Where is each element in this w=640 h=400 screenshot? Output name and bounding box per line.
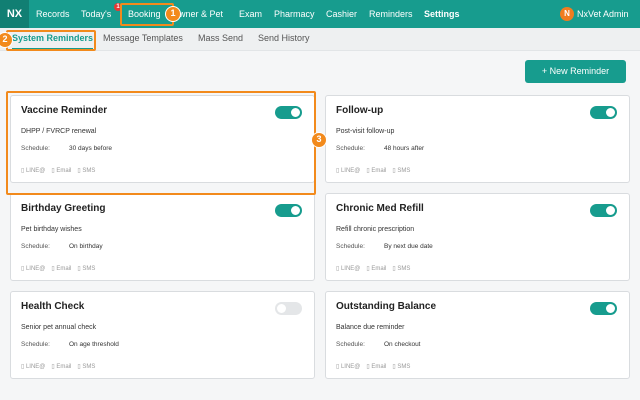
toggle-knob: [276, 303, 287, 314]
reminder-card-birthday[interactable]: Birthday Greeting Pet birthday wishes Sc…: [10, 193, 315, 281]
schedule-value: 48 hours after: [384, 145, 425, 152]
card-description: Pet birthday wishes: [21, 226, 82, 233]
channel-list: ▯ LINE@ ▯ Email ▯ SMS: [21, 265, 101, 272]
new-reminder-button[interactable]: + New Reminder: [525, 60, 626, 83]
channel-email: ▯ Email: [366, 364, 387, 370]
toggle-knob: [605, 107, 616, 118]
schedule-label: Schedule:: [21, 243, 50, 250]
schedule-label: Schedule:: [21, 145, 50, 152]
card-description: Balance due reminder: [336, 324, 405, 331]
channel-line: ▯ LINE@: [21, 266, 46, 272]
nav-settings[interactable]: Settings: [424, 0, 460, 28]
enable-toggle[interactable]: [590, 106, 617, 119]
channel-email: ▯ Email: [366, 266, 387, 272]
channel-list: ▯ LINE@ ▯ Email ▯ SMS: [336, 167, 416, 174]
reminder-card-health-check[interactable]: Health Check Senior pet annual check Sch…: [10, 291, 315, 379]
channel-sms: ▯ SMS: [77, 266, 96, 272]
tab-system-reminders[interactable]: System Reminders: [12, 28, 94, 50]
toggle-knob: [605, 303, 616, 314]
nav-booking[interactable]: Booking: [128, 0, 161, 28]
enable-toggle[interactable]: [590, 204, 617, 217]
toggle-knob: [290, 205, 301, 216]
nav-cashier[interactable]: Cashier: [326, 0, 357, 28]
card-title: Follow-up: [336, 105, 384, 116]
schedule-value: On age threshold: [69, 341, 119, 348]
channel-line: ▯ LINE@: [21, 168, 46, 174]
nav-records[interactable]: Records: [36, 0, 70, 28]
enable-toggle[interactable]: [275, 106, 302, 119]
card-title: Chronic Med Refill: [336, 203, 424, 214]
channel-list: ▯ LINE@ ▯ Email ▯ SMS: [336, 363, 416, 370]
toggle-knob: [290, 107, 301, 118]
tab-message-templates[interactable]: Message Templates: [103, 28, 183, 50]
nav-pharmacy[interactable]: Pharmacy: [274, 0, 315, 28]
channel-email: ▯ Email: [51, 266, 72, 272]
channel-sms: ▯ SMS: [392, 266, 411, 272]
channel-list: ▯ LINE@ ▯ Email ▯ SMS: [336, 265, 416, 272]
reminder-card-vaccine[interactable]: Vaccine Reminder DHPP / FVRCP renewal Sc…: [10, 95, 315, 183]
channel-sms: ▯ SMS: [392, 168, 411, 174]
channel-sms: ▯ SMS: [77, 168, 96, 174]
channel-list: ▯ LINE@ ▯ Email ▯ SMS: [21, 363, 101, 370]
schedule-label: Schedule:: [336, 341, 365, 348]
schedule-value: On checkout: [384, 341, 421, 348]
schedule-label: Schedule:: [336, 145, 365, 152]
reminder-card-follow-up[interactable]: Follow-up Post-visit follow-up Schedule:…: [325, 95, 630, 183]
tutorial-step-3: 3: [311, 132, 327, 148]
schedule-value: By next due date: [384, 243, 433, 250]
card-title: Vaccine Reminder: [21, 105, 108, 116]
channel-email: ▯ Email: [366, 168, 387, 174]
nav-todays[interactable]: Today's: [81, 0, 111, 28]
enable-toggle[interactable]: [275, 204, 302, 217]
card-description: DHPP / FVRCP renewal: [21, 128, 97, 135]
channel-email: ▯ Email: [51, 364, 72, 370]
toggle-knob: [605, 205, 616, 216]
channel-line: ▯ LINE@: [21, 364, 46, 370]
schedule-value: On birthday: [69, 243, 103, 250]
sub-nav: System Reminders Message Templates Mass …: [0, 28, 640, 51]
card-description: Post-visit follow-up: [336, 128, 395, 135]
tutorial-step-1: 1: [165, 6, 181, 22]
enable-toggle[interactable]: [275, 302, 302, 315]
card-description: Refill chronic prescription: [336, 226, 415, 233]
channel-sms: ▯ SMS: [77, 364, 96, 370]
channel-list: ▯ LINE@ ▯ Email ▯ SMS: [21, 167, 101, 174]
channel-sms: ▯ SMS: [392, 364, 411, 370]
channel-email: ▯ Email: [51, 168, 72, 174]
channel-line: ▯ LINE@: [336, 266, 361, 272]
card-title: Health Check: [21, 301, 85, 312]
app-logo[interactable]: NX: [0, 0, 29, 28]
user-avatar[interactable]: N: [560, 7, 574, 21]
schedule-value: 30 days before: [69, 145, 113, 152]
schedule-label: Schedule:: [336, 243, 365, 250]
reminder-card-chronic-med[interactable]: Chronic Med Refill Refill chronic prescr…: [325, 193, 630, 281]
reminder-card-outstanding-balance[interactable]: Outstanding Balance Balance due reminder…: [325, 291, 630, 379]
top-nav: NX Records Today's 1 Booking Owner & Pet…: [0, 0, 640, 28]
nav-exam[interactable]: Exam: [239, 0, 262, 28]
card-description: Senior pet annual check: [21, 324, 97, 331]
tab-send-history[interactable]: Send History: [258, 28, 310, 50]
card-title: Outstanding Balance: [336, 301, 437, 312]
notification-badge: 1: [114, 3, 122, 11]
card-title: Birthday Greeting: [21, 203, 106, 214]
user-name[interactable]: NxVet Admin: [577, 0, 629, 28]
schedule-label: Schedule:: [21, 341, 50, 348]
nav-reminders[interactable]: Reminders: [369, 0, 413, 28]
channel-line: ▯ LINE@: [336, 364, 361, 370]
enable-toggle[interactable]: [590, 302, 617, 315]
tab-mass-send[interactable]: Mass Send: [198, 28, 243, 50]
channel-line: ▯ LINE@: [336, 168, 361, 174]
